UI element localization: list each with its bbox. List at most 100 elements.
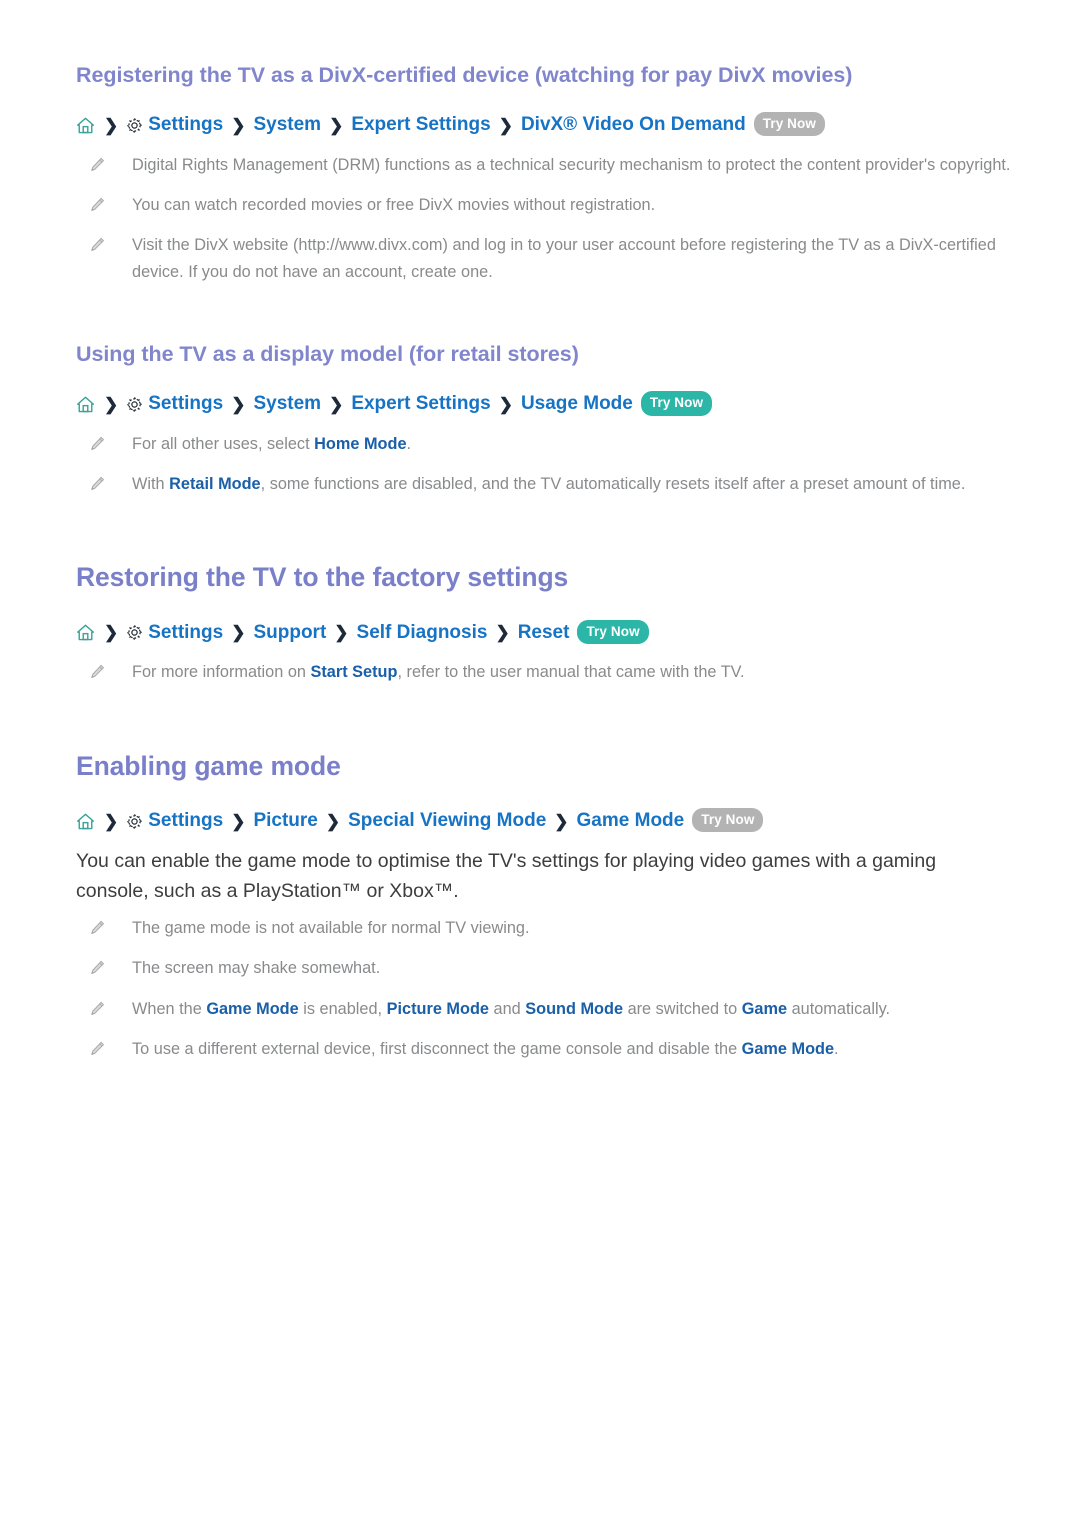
inline-setting-link[interactable]: Game Mode [206,1000,298,1018]
note-item: The screen may shake somewhat. [76,955,1020,981]
chevron-right-icon: ❯ [495,623,510,643]
pencil-icon [88,475,106,493]
breadcrumb-link-2[interactable]: Support [253,621,326,646]
chevron-right-icon: ❯ [231,394,246,414]
chevron-right-icon: ❯ [104,115,119,135]
gear-icon [126,117,143,134]
breadcrumb: ❯ Settings ❯ System ❯ Expert Settings ❯ DivX® V… [76,111,1020,138]
home-icon [76,812,95,831]
inline-setting-link[interactable]: Picture Mode [387,1000,489,1018]
breadcrumb-link-3[interactable]: Expert Settings [351,392,490,417]
home-icon [76,116,95,135]
chevron-right-icon: ❯ [231,115,246,135]
chevron-right-icon: ❯ [498,394,513,414]
try-now-badge[interactable]: Try Now [753,111,825,137]
pencil-icon [88,435,106,453]
note-bullet [88,919,110,937]
breadcrumb-link-1[interactable]: Settings [148,113,223,138]
chevron-right-icon: ❯ [554,811,569,831]
pencil-icon [88,959,106,977]
inline-setting-link[interactable]: Start Setup [311,663,398,681]
note-bullet [88,236,110,254]
note-text: When the Game Mode is enabled, Picture M… [132,999,891,1018]
try-now-badge[interactable]: Try Now [640,391,713,416]
breadcrumb: ❯ Settings ❯ Support ❯ Self Diagnosis ❯ Reset Tr… [76,619,1020,646]
breadcrumb-link-3[interactable]: Self Diagnosis [357,621,488,646]
note-text: The screen may shake somewhat. [132,959,381,978]
note-text: For all other uses, select Home Mode. [132,434,412,453]
section-factory-reset: Restoring the TV to the factory settings… [76,507,1020,685]
pencil-icon [88,236,106,254]
pencil-icon [88,663,106,681]
breadcrumb-link-4[interactable]: DivX® Video On Demand [521,113,746,138]
note-bullet [88,475,110,493]
section-game-mode: Enabling game mode ❯ Settings ❯ Picture ❯ Spec… [76,696,1020,1063]
note-bullet [88,1040,110,1058]
gear-icon [126,396,143,413]
chevron-right-icon: ❯ [231,811,246,831]
section-paragraph: You can enable the game mode to optimise… [76,850,937,903]
home-icon [76,623,95,642]
note-item: For all other uses, select Home Mode. [76,431,1020,457]
breadcrumb-link-1[interactable]: Settings [148,809,223,834]
home-icon [76,395,95,414]
inline-setting-link[interactable]: Home Mode [314,435,406,453]
section-heading: Restoring the TV to the factory settings [76,562,569,593]
chevron-right-icon: ❯ [325,811,341,831]
chevron-right-icon: ❯ [334,623,349,643]
note-text: Digital Rights Management (DRM) function… [132,155,1011,174]
note-item: Visit the DivX website (http://www.divx.… [76,232,1020,285]
note-list: The game mode is not available for norma… [76,915,1020,1063]
pencil-icon [88,919,106,937]
chevron-right-icon: ❯ [104,394,119,414]
chevron-right-icon: ❯ [498,115,513,135]
breadcrumb-link-2[interactable]: System [253,113,321,138]
breadcrumb-link-2[interactable]: Picture [253,809,317,834]
section-heading: Using the TV as a display model (for ret… [76,342,579,367]
note-list: Digital Rights Management (DRM) function… [76,152,1020,286]
breadcrumb-link-4[interactable]: Game Mode [577,809,685,834]
breadcrumb-link-3[interactable]: Expert Settings [351,113,490,138]
note-bullet [88,1000,110,1018]
note-item: The game mode is not available for norma… [76,915,1020,941]
note-list: For all other uses, select Home Mode. Wit… [76,431,1020,498]
pencil-icon [88,1000,106,1018]
inline-setting-link[interactable]: Sound Mode [525,1000,623,1018]
breadcrumb-link-1[interactable]: Settings [148,621,223,646]
note-list: For more information on Start Setup, ref… [76,659,1020,685]
inline-setting-link[interactable]: Game Mode [742,1040,834,1058]
pencil-icon [88,1040,106,1058]
inline-setting-link[interactable]: Retail Mode [169,475,260,493]
inline-setting-link[interactable]: Game [742,1000,787,1018]
chevron-right-icon: ❯ [231,623,246,643]
section-heading: Enabling game mode [76,750,341,781]
gear-icon [126,813,143,830]
note-bullet [88,663,110,681]
section-heading: Registering the TV as a DivX-certified d… [76,63,853,87]
note-text: Visit the DivX website (http://www.divx.… [132,236,996,281]
note-text: To use a different external device, firs… [132,1039,839,1058]
breadcrumb-link-4[interactable]: Reset [518,621,570,646]
breadcrumb-link-1[interactable]: Settings [148,392,223,417]
breadcrumb-link-3[interactable]: Special Viewing Mode [348,809,546,834]
section-retail-display-model: Using the TV as a display model (for ret… [76,295,1020,497]
breadcrumb-link-2[interactable]: System [253,392,321,417]
note-item: With Retail Mode, some functions are dis… [76,471,1020,497]
try-now-badge[interactable]: Try Now [577,619,649,645]
note-text: With Retail Mode, some functions are dis… [132,475,966,494]
try-now-badge[interactable]: Try Now [692,807,764,833]
note-bullet [88,196,110,214]
note-bullet [88,959,110,977]
note-item: You can watch recorded movies or free Di… [76,192,1020,218]
pencil-icon [88,196,106,214]
note-text: You can watch recorded movies or free Di… [132,195,656,214]
note-bullet [88,156,110,174]
note-bullet [88,435,110,453]
chevron-right-icon: ❯ [104,623,119,643]
breadcrumb-link-4[interactable]: Usage Mode [521,392,633,417]
note-item: To use a different external device, firs… [76,1036,1020,1062]
sections-container: Registering the TV as a DivX-certified d… [76,62,1020,1062]
